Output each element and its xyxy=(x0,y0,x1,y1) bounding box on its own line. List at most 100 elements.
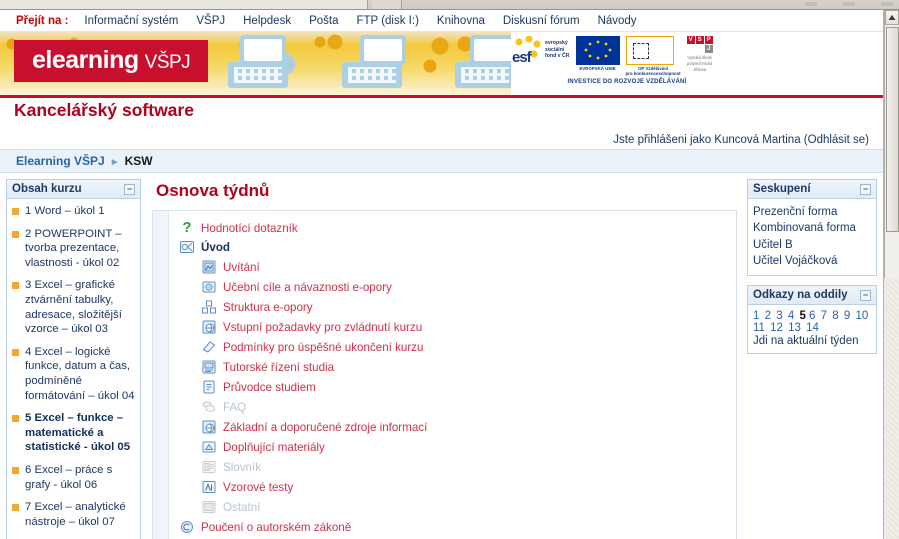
groupings-body: Prezenční forma Kombinovaná forma Učitel… xyxy=(748,199,876,275)
nav-link-knihovna[interactable]: Knihovna xyxy=(437,15,485,27)
activity-link[interactable]: Učební cíle a návaznosti e-opory xyxy=(223,281,392,294)
activity-link[interactable]: Průvodce studiem xyxy=(223,381,316,394)
activity-row[interactable]: FAQ xyxy=(179,397,728,417)
document-icon xyxy=(203,380,215,394)
activity-link[interactable]: Uvítání xyxy=(223,261,260,274)
collapse-icon[interactable]: − xyxy=(860,289,871,301)
course-contents-block: Obsah kurzu − 1 Word – úkol 1 2 POWERPOI… xyxy=(6,179,141,539)
activity-row[interactable]: Průvodce studiem xyxy=(179,377,728,397)
activity-link[interactable]: Tutorské řízení studia xyxy=(223,361,334,374)
site-logo[interactable]: elearning VŠPJ xyxy=(14,40,209,82)
section-link-1[interactable]: 1 xyxy=(753,310,759,322)
sidebar-item-week-3[interactable]: 3 Excel – grafické ztvárnění tabulky, ad… xyxy=(12,278,135,336)
bullet-icon xyxy=(12,208,19,215)
login-info: Jste přihlášeni jako Kuncová Martina (Od… xyxy=(0,129,883,149)
page-scrollbar[interactable] xyxy=(884,10,899,278)
section-link-current: 5 xyxy=(799,310,806,323)
browser-tab[interactable] xyxy=(0,0,368,9)
activity-link[interactable]: Úvod xyxy=(201,241,230,254)
section-link-6[interactable]: 6 xyxy=(809,310,815,322)
sidebar-item-week-2[interactable]: 2 POWERPOINT – tvorba prezentace, vlastn… xyxy=(12,227,135,271)
bullet-icon xyxy=(12,348,19,356)
section-link-10[interactable]: 10 xyxy=(855,310,868,322)
activity-link[interactable]: Slovník xyxy=(223,461,261,474)
activity-row[interactable]: Úvod xyxy=(179,237,728,257)
activity-row[interactable]: Tutorské řízení studia xyxy=(179,357,728,377)
sidebar-item-week-7[interactable]: 7 Excel – analytické nástroje – úkol 07 xyxy=(12,500,135,529)
esf-stars-icon xyxy=(512,36,542,66)
activity-row[interactable]: Poučení o autorském zákoně xyxy=(179,517,728,537)
activity-link[interactable]: FAQ xyxy=(223,401,246,414)
eu-caption: EVROPSKÁ UNIE xyxy=(579,66,616,71)
current-week-link[interactable]: Jdi na aktuální týden xyxy=(753,335,869,347)
breadcrumb-root[interactable]: Elearning VŠPJ xyxy=(16,154,105,168)
section-link-3[interactable]: 3 xyxy=(776,310,782,322)
vspj-letter-v: V xyxy=(686,36,695,44)
nav-link-navody[interactable]: Návody xyxy=(598,15,637,27)
section-link-8[interactable]: 8 xyxy=(832,310,838,322)
activity-link[interactable]: Základní a doporučené zdroje informací xyxy=(223,421,427,434)
activity-row[interactable]: ? Hodnotící dotazník xyxy=(179,219,728,237)
section-link-14[interactable]: 14 xyxy=(806,322,819,334)
section-link-13[interactable]: 13 xyxy=(788,322,801,334)
sidebar-item-week-4[interactable]: 4 Excel – logické funkce, datum a čas, p… xyxy=(12,345,135,403)
monitor-graphic xyxy=(240,35,286,65)
section-link-4[interactable]: 4 xyxy=(788,310,794,322)
activity-row[interactable]: Vstupní požadavky pro zvládnutí kurzu xyxy=(179,317,728,337)
page-title: Kancelářský software xyxy=(0,98,883,129)
activity-row[interactable]: Podmínky pro úspěšné ukončení kurzu xyxy=(179,337,728,357)
nav-link-informacni-system[interactable]: Informační systém xyxy=(84,15,178,27)
op-vk-logo: OP Vzdělávání pro konkurenceschopnost xyxy=(625,36,681,76)
activity-row[interactable]: Struktura e-opory xyxy=(179,297,728,317)
maximize-icon[interactable] xyxy=(843,2,855,6)
nav-link-diskusni-forum[interactable]: Diskusní fórum xyxy=(503,15,580,27)
activity-link[interactable]: Ostatní xyxy=(223,501,260,514)
op-vk-icon xyxy=(625,36,674,65)
activity-row[interactable]: Uvítání xyxy=(179,257,728,277)
nav-link-helpdesk[interactable]: Helpdesk xyxy=(243,15,291,27)
section-link-11[interactable]: 11 xyxy=(753,322,765,334)
activity-link[interactable]: Doplňující materiály xyxy=(223,441,325,454)
bullet-icon xyxy=(12,230,19,238)
activity-row[interactable]: Ostatní xyxy=(179,497,728,517)
activity-row[interactable]: Slovník xyxy=(179,457,728,477)
activity-link[interactable]: Struktura e-opory xyxy=(223,301,313,314)
activity-row[interactable]: Učební cíle a návaznosti e-opory xyxy=(179,277,728,297)
activity-row[interactable]: Základní a doporučené zdroje informací xyxy=(179,417,728,437)
bullet-icon xyxy=(12,415,19,423)
minimize-icon[interactable] xyxy=(805,2,817,6)
nav-link-vspj[interactable]: VŠPJ xyxy=(196,15,225,27)
collapse-icon[interactable]: − xyxy=(124,183,135,195)
collapse-icon[interactable]: − xyxy=(860,183,871,195)
close-icon[interactable] xyxy=(881,2,893,6)
activity-link[interactable]: Podmínky pro úspěšné ukončení kurzu xyxy=(223,341,423,354)
activity-link[interactable]: Hodnotící dotazník xyxy=(201,222,298,235)
section-link-7[interactable]: 7 xyxy=(821,310,827,322)
logout-link[interactable]: Odhlásit se xyxy=(808,134,866,146)
login-info-tail: ) xyxy=(865,134,869,146)
blocks-icon xyxy=(202,300,216,314)
section-links-header: Odkazy na oddily − xyxy=(748,286,876,306)
nav-link-ftp[interactable]: FTP (disk I:) xyxy=(357,15,419,27)
center-column: Osnova týdnů ? Hodnotící dotazník Úvod U… xyxy=(146,173,743,539)
sidebar-item-week-5[interactable]: 5 Excel – funkce – matematické a statist… xyxy=(12,411,135,455)
activity-link[interactable]: Vstupní požadavky pro zvládnutí kurzu xyxy=(223,321,422,334)
page-columns: Obsah kurzu − 1 Word – úkol 1 2 POWERPOI… xyxy=(0,173,883,539)
activity-link[interactable]: Vzorové testy xyxy=(223,481,293,494)
section-link-9[interactable]: 9 xyxy=(844,310,850,322)
sidebar-item-week-1[interactable]: 1 Word – úkol 1 xyxy=(12,204,135,219)
activity-row[interactable]: Doplňující materiály xyxy=(179,437,728,457)
activity-link[interactable]: Poučení o autorském zákoně xyxy=(201,521,351,534)
window-controls[interactable] xyxy=(805,2,893,6)
browser-new-tab[interactable] xyxy=(372,0,402,9)
page-icon xyxy=(202,341,216,353)
nav-link-posta[interactable]: Pošta xyxy=(309,15,338,27)
scroll-up-button[interactable] xyxy=(885,10,899,25)
section-link-12[interactable]: 12 xyxy=(770,322,783,334)
scrollbar-thumb[interactable] xyxy=(886,27,899,232)
sidebar-item-week-6[interactable]: 6 Excel – práce s grafy - úkol 06 xyxy=(12,463,135,492)
activity-row[interactable]: Vzorové testy xyxy=(179,477,728,497)
vspj-letter-p: P xyxy=(704,36,713,44)
keyboard-graphic xyxy=(342,62,402,88)
section-link-2[interactable]: 2 xyxy=(765,310,771,322)
